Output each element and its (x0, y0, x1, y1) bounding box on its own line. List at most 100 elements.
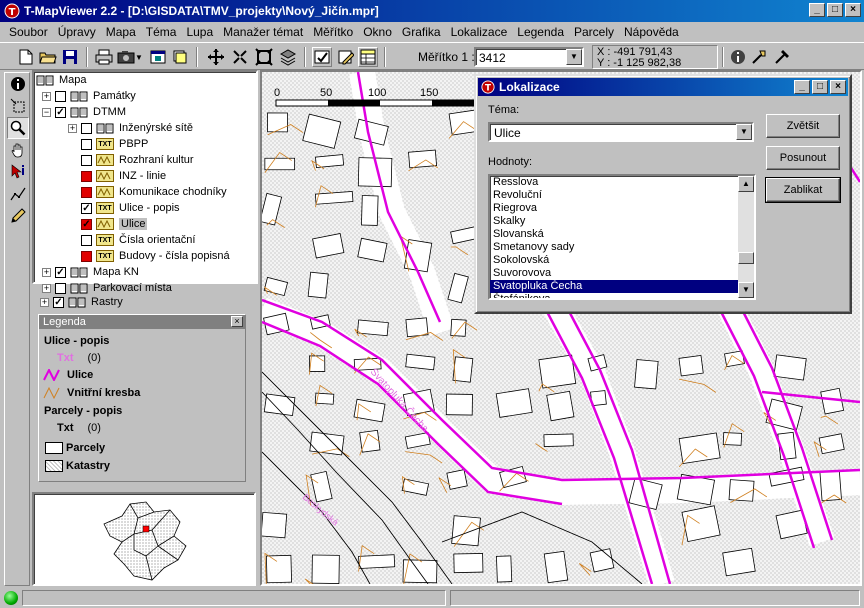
expand-plus-icon[interactable]: + (42, 91, 51, 101)
list-item[interactable]: Suvorovova (490, 267, 754, 280)
expand-plus-icon[interactable]: + (68, 123, 77, 133)
menu-meritko[interactable]: Měřítko (308, 25, 358, 39)
edit-pencil-icon[interactable] (336, 47, 356, 67)
open-folder-icon[interactable] (38, 47, 58, 67)
polyline-icon[interactable] (7, 183, 29, 205)
layer-checkbox[interactable] (81, 154, 92, 166)
list-item[interactable]: Resslova (490, 176, 754, 189)
menu-soubor[interactable]: Soubor (4, 25, 53, 39)
expand-plus-icon[interactable]: + (42, 267, 51, 277)
menu-lupa[interactable]: Lupa (181, 25, 218, 39)
tools-icon[interactable] (750, 47, 770, 67)
layers-icon[interactable] (170, 47, 190, 67)
tema-select[interactable]: Ulice ▼ (488, 122, 754, 142)
list-item[interactable]: Štefánikova (490, 293, 754, 298)
tree-item-pbpp[interactable]: TXT PBPP (81, 136, 148, 152)
list-item[interactable]: Riegrova (490, 202, 754, 215)
legend-close-icon[interactable]: × (231, 316, 243, 327)
zoom-out-icon[interactable] (230, 47, 250, 67)
pencil-icon[interactable] (7, 205, 29, 227)
menu-okno[interactable]: Okno (358, 25, 397, 39)
tree-item-ulice[interactable]: ✓ Ulice (81, 216, 148, 232)
list-item[interactable]: Sokolovská (490, 254, 754, 267)
layer-checkbox[interactable]: ✓ (81, 218, 92, 230)
measure-icon[interactable] (312, 47, 332, 67)
overview-map[interactable] (32, 492, 256, 586)
tree-item-inzenyrske-site[interactable]: + Inženýrské sítě (68, 120, 193, 136)
full-extent-icon[interactable] (254, 47, 274, 67)
layer-checkbox[interactable]: ✓ (55, 106, 66, 118)
menu-grafika[interactable]: Grafika (397, 25, 446, 39)
window-frame-icon[interactable] (148, 47, 168, 67)
camera-icon[interactable] (116, 47, 136, 67)
dialog-close-button[interactable]: × (830, 80, 846, 94)
menu-parcely[interactable]: Parcely (569, 25, 619, 39)
list-item[interactable]: Slovanská (490, 228, 754, 241)
values-scrollbar[interactable]: ▲ ▼ (738, 176, 754, 298)
tree-item-inz-linie[interactable]: INZ - linie (81, 168, 166, 184)
minimize-button[interactable]: _ (809, 3, 825, 17)
list-item[interactable]: Smetanovy sady (490, 241, 754, 254)
values-listbox[interactable]: Resslova Revoluční Riegrova Skalky Slovanská… (488, 174, 756, 300)
expand-plus-icon[interactable]: + (40, 297, 49, 307)
tree-item-rozhrani-kultur[interactable]: Rozhraní kultur (81, 152, 194, 168)
close-button[interactable]: × (845, 3, 861, 17)
tree-root-mapa[interactable]: Mapa (36, 72, 87, 88)
identify-pointer-icon[interactable] (7, 161, 29, 183)
pan-hand-icon[interactable] (7, 139, 29, 161)
layer-checkbox[interactable]: ✓ (55, 266, 66, 278)
layer-checkbox[interactable] (55, 90, 66, 102)
layer-checkbox[interactable]: ✓ (53, 296, 64, 308)
layer-checkbox[interactable] (81, 250, 92, 262)
tree-item-komunikace-chodniky[interactable]: Komunikace chodníky (81, 184, 227, 200)
collapse-minus-icon[interactable]: − (42, 107, 51, 117)
scale-input[interactable]: 3412 ▼ (474, 47, 584, 67)
move-button[interactable]: Posunout (766, 146, 840, 170)
camera-dropdown-icon[interactable]: ▼ (134, 47, 144, 67)
maximize-button[interactable]: □ (827, 3, 843, 17)
layer-stack-icon[interactable] (278, 47, 298, 67)
new-file-icon[interactable] (16, 47, 36, 67)
print-icon[interactable] (94, 47, 114, 67)
scroll-thumb[interactable] (738, 252, 754, 264)
layer-checkbox[interactable] (81, 234, 92, 246)
tree-item-dtmm[interactable]: − ✓ DTMM (42, 104, 126, 120)
menu-tema[interactable]: Téma (141, 25, 182, 39)
tree-item-mapa-kn[interactable]: + ✓ Mapa KN (42, 264, 139, 280)
info-tool-icon[interactable] (7, 73, 29, 95)
menu-upravy[interactable]: Úpravy (53, 25, 101, 39)
magnifier-icon[interactable] (7, 117, 29, 139)
info-icon[interactable] (728, 47, 748, 67)
dialog-minimize-button[interactable]: _ (794, 80, 810, 94)
expand-plus-icon[interactable]: + (42, 283, 51, 293)
blink-button[interactable]: Zablikat (765, 177, 841, 203)
save-icon[interactable] (60, 47, 80, 67)
table-icon[interactable] (358, 47, 378, 67)
tree-item-ulice-popis[interactable]: ✓ TXT Ulice - popis (81, 200, 180, 216)
layer-checkbox[interactable] (81, 186, 92, 198)
zoom-button[interactable]: Zvětšit (766, 114, 840, 138)
tree-item-budovy-cisla-popisna[interactable]: TXT Budovy - čísla popisná (81, 248, 230, 264)
scroll-up-icon[interactable]: ▲ (738, 176, 754, 192)
scale-dropdown-icon[interactable]: ▼ (566, 49, 582, 65)
tree-item-rastry[interactable]: + ✓ Rastry (40, 294, 123, 310)
layer-checkbox[interactable] (81, 122, 92, 134)
select-region-icon[interactable] (7, 95, 29, 117)
scroll-down-icon[interactable]: ▼ (738, 282, 754, 298)
menu-napoveda[interactable]: Nápověda (619, 25, 684, 39)
layer-checkbox[interactable] (55, 282, 66, 294)
zoom-in-icon[interactable] (206, 47, 226, 67)
menu-legenda[interactable]: Legenda (512, 25, 569, 39)
menu-manazer-temat[interactable]: Manažer témat (218, 25, 308, 39)
hammer-icon[interactable] (772, 47, 792, 67)
tree-item-cisla-orientacni[interactable]: TXT Čísla orientační (81, 232, 195, 248)
menu-lokalizace[interactable]: Lokalizace (446, 25, 513, 39)
dialog-maximize-button[interactable]: □ (812, 80, 828, 94)
layer-checkbox[interactable] (81, 170, 92, 182)
layer-checkbox[interactable]: ✓ (81, 202, 92, 214)
list-item[interactable]: Revoluční (490, 189, 754, 202)
chevron-down-icon[interactable]: ▼ (736, 124, 752, 140)
layer-checkbox[interactable] (81, 138, 92, 150)
list-item[interactable]: Svatopluka Čecha (490, 280, 754, 293)
list-item[interactable]: Skalky (490, 215, 754, 228)
